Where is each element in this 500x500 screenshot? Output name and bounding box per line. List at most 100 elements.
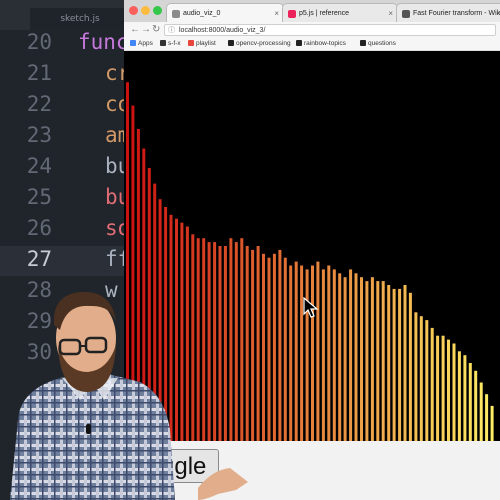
line-number: 25	[26, 185, 52, 209]
bookmark-item[interactable]: s-f-x	[160, 38, 181, 50]
spectrum-bar	[447, 339, 450, 441]
spectrum-bar	[354, 273, 358, 441]
bookmark-item[interactable]: opencv-processing	[228, 38, 291, 50]
spectrum-bar	[267, 257, 271, 441]
close-tab-icon[interactable]: ×	[496, 4, 500, 22]
spectrum-bar	[196, 238, 200, 441]
spectrum-bar	[142, 148, 146, 441]
bookmark-item[interactable]: questions	[360, 38, 396, 50]
spectrum-bar	[272, 253, 276, 441]
spectrum-bar	[229, 238, 233, 441]
spectrum-bar	[240, 238, 244, 441]
browser-tab-title: audio_viz_0	[183, 10, 221, 17]
spectrum-bar	[479, 382, 483, 441]
spectrum-bar	[398, 288, 402, 441]
maximize-window-icon[interactable]	[153, 6, 162, 15]
bookmarks-bar: Apps s-f-x playlist opencv-processing rainbo…	[124, 38, 500, 51]
line-number: 30	[26, 340, 52, 364]
line-number: 26	[26, 216, 52, 240]
spectrum-bar	[457, 351, 461, 441]
spectrum-bar	[321, 269, 325, 441]
forward-arrow-icon[interactable]: →	[141, 23, 151, 37]
spectrum-bar	[387, 285, 391, 441]
code-line-fragment: w	[105, 278, 118, 302]
bookmark-label: rainbow-topics	[304, 40, 346, 47]
spectrum-bar	[262, 253, 265, 441]
line-number: 29	[26, 309, 52, 333]
spectrum-bar	[223, 246, 227, 441]
spectrum-bar	[180, 222, 184, 441]
bookmark-label: opencv-processing	[236, 40, 291, 47]
bookmark-label: playlist	[196, 40, 216, 47]
spectrum-bar	[349, 269, 353, 441]
browser-tab[interactable]: Fast Fourier transform - Wiki×	[396, 3, 500, 22]
close-tab-icon[interactable]: ×	[274, 4, 279, 22]
toggle-button[interactable]: toggle	[134, 449, 219, 483]
spectrum-bar	[175, 218, 178, 441]
spectrum-bar	[164, 207, 168, 441]
browser-tab-title: Fast Fourier transform - Wiki	[413, 10, 500, 17]
browser-tab-strip: audio_viz_0 × p5.js | reference × Fast Fouri…	[124, 0, 500, 23]
bookmark-item[interactable]: rainbow-topics	[296, 38, 346, 50]
favicon-icon	[288, 10, 296, 18]
line-number: 27	[26, 247, 52, 271]
bookmark-icon	[296, 40, 302, 46]
spectrum-bar	[392, 288, 396, 441]
bookmark-item[interactable]: playlist	[188, 38, 216, 50]
spectrum-bar	[425, 320, 429, 441]
spectrum-bar	[316, 261, 320, 441]
spectrum-bar	[136, 129, 140, 441]
browser-toolbar: ← → ↻ ⓘ localhost:8000/audio_viz_3/	[124, 22, 500, 38]
spectrum-bar	[343, 277, 347, 441]
spectrum-bar	[490, 405, 494, 441]
spectrum-chart	[126, 82, 494, 441]
bookmark-label: s-f-x	[168, 40, 181, 47]
spectrum-bar	[289, 265, 293, 441]
spectrum-bar	[436, 335, 440, 441]
browser-tab[interactable]: audio_viz_0 ×	[166, 3, 284, 22]
bookmark-item[interactable]: Apps	[130, 38, 153, 50]
address-bar-url: localhost:8000/audio_viz_3/	[179, 27, 266, 34]
line-number: 23	[26, 123, 52, 147]
editor-file-tab[interactable]: sketch.js	[30, 8, 130, 30]
spectrum-bar	[147, 168, 151, 441]
spectrum-bar	[463, 355, 467, 441]
spectrum-bar	[360, 277, 363, 441]
bookmark-icon	[228, 40, 234, 46]
spectrum-bar	[207, 242, 211, 441]
favicon-icon	[402, 10, 410, 18]
address-bar[interactable]: ⓘ localhost:8000/audio_viz_3/	[164, 24, 496, 36]
spectrum-bar	[441, 335, 445, 441]
spectrum-bar	[430, 327, 434, 441]
minimize-window-icon[interactable]	[141, 6, 150, 15]
mouse-pointer-icon	[303, 297, 319, 318]
page-info-icon[interactable]: ⓘ	[168, 25, 175, 37]
bookmark-icon	[160, 40, 166, 46]
spectrum-bar	[370, 277, 374, 441]
close-tab-icon[interactable]: ×	[388, 4, 393, 22]
line-number: 20	[26, 30, 52, 54]
browser-tab[interactable]: p5.js | reference ×	[282, 3, 398, 22]
visualization-canvas[interactable]	[124, 51, 500, 441]
bookmark-icon	[188, 40, 194, 46]
spectrum-bar	[332, 269, 336, 441]
spectrum-bar	[305, 269, 309, 441]
spectrum-bar	[338, 273, 342, 441]
spectrum-bar	[278, 249, 282, 441]
browser-tab-title: p5.js | reference	[299, 10, 350, 17]
spectrum-bar	[414, 312, 418, 441]
close-window-icon[interactable]	[129, 6, 138, 15]
bookmark-label: questions	[368, 40, 396, 47]
back-arrow-icon[interactable]: ←	[130, 23, 140, 37]
reload-icon[interactable]: ↻	[152, 23, 160, 37]
spectrum-bar	[131, 105, 135, 441]
spectrum-bar	[452, 343, 456, 441]
spectrum-bar	[213, 242, 217, 441]
spectrum-bar	[474, 370, 478, 441]
spectrum-bar	[403, 285, 407, 441]
spectrum-bar	[408, 292, 412, 441]
favicon-icon	[172, 10, 180, 18]
spectrum-bar	[294, 261, 298, 441]
code-line-fragment: func	[78, 30, 129, 54]
line-number: 28	[26, 278, 52, 302]
